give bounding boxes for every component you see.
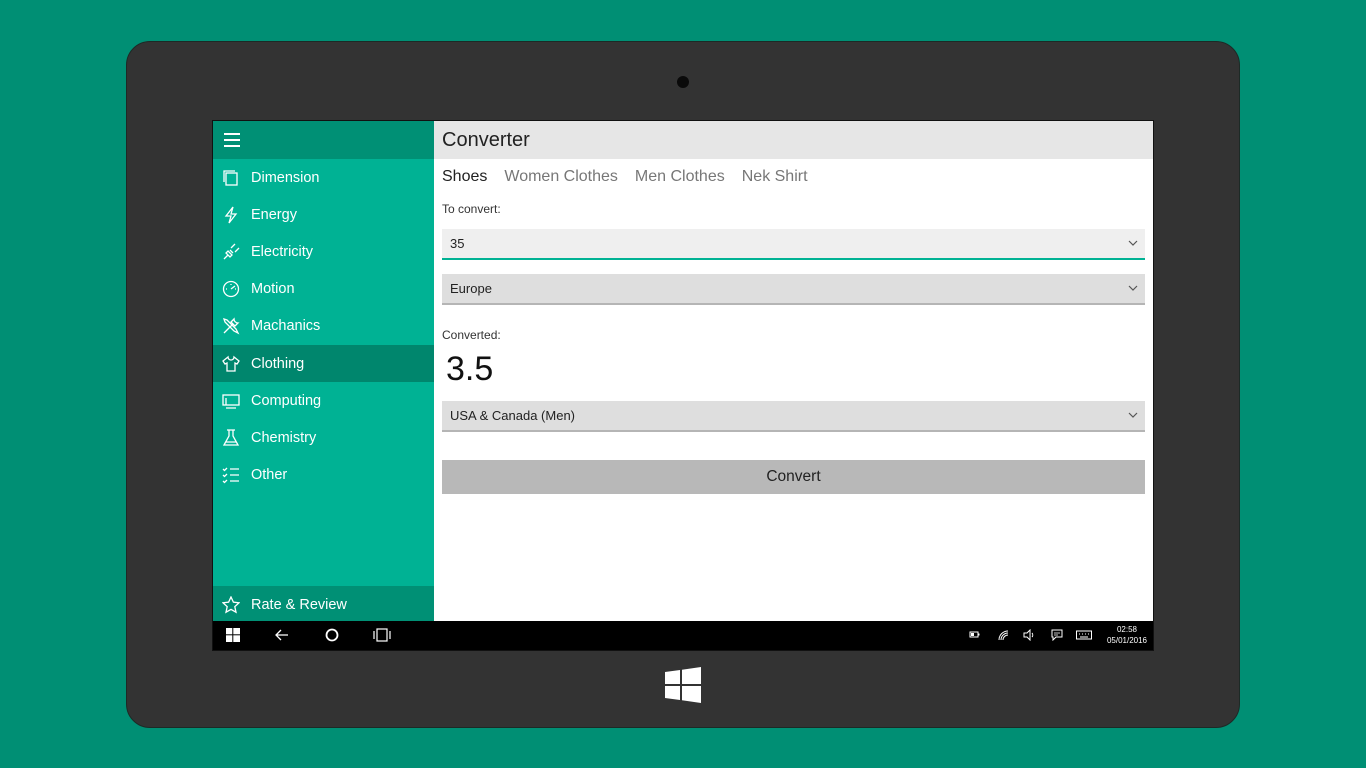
- value-input-text: 35: [450, 236, 465, 251]
- sidebar-item-label: Other: [251, 467, 288, 484]
- wifi-icon[interactable]: [997, 629, 1009, 641]
- shirt-icon: [221, 354, 241, 374]
- sidebar-item-label: Electricity: [251, 243, 314, 260]
- sidebar: Dimension Energy Electricity Motion Mach…: [213, 121, 434, 623]
- hamburger-menu-icon[interactable]: [224, 133, 240, 147]
- sidebar-item-energy[interactable]: Energy: [213, 196, 434, 233]
- tab-shoes[interactable]: Shoes: [442, 168, 487, 190]
- plug-icon: [221, 242, 241, 262]
- lightning-icon: [221, 205, 241, 225]
- main-content: Converter Shoes Women Clothes Men Clothe…: [434, 121, 1153, 623]
- task-view-icon[interactable]: [373, 628, 391, 642]
- tab-men-clothes[interactable]: Men Clothes: [635, 168, 725, 190]
- screen: Dimension Energy Electricity Motion Mach…: [212, 120, 1154, 651]
- to-unit-text: USA & Canada (Men): [450, 408, 576, 423]
- taskbar: 02:58 05/01/2016: [213, 621, 1153, 650]
- sidebar-item-clothing[interactable]: Clothing: [213, 344, 434, 383]
- tab-nek-shirt[interactable]: Nek Shirt: [742, 168, 808, 190]
- sidebar-item-label: Clothing: [251, 355, 305, 372]
- rate-review-button[interactable]: Rate & Review: [213, 586, 434, 623]
- from-unit-text: Europe: [450, 281, 492, 296]
- value-input-dropdown[interactable]: 35: [442, 229, 1145, 260]
- page-title: Converter: [434, 121, 1153, 159]
- sidebar-item-computing[interactable]: Computing: [213, 382, 434, 419]
- start-windows-icon[interactable]: [226, 628, 240, 642]
- sidebar-item-label: Dimension: [251, 169, 320, 186]
- dimension-icon: [221, 168, 241, 188]
- sidebar-item-label: Energy: [251, 206, 297, 223]
- volume-icon[interactable]: [1023, 629, 1035, 641]
- sidebar-item-label: Chemistry: [251, 429, 317, 446]
- rate-review-label: Rate & Review: [251, 596, 347, 613]
- to-unit-dropdown[interactable]: USA & Canada (Men): [442, 401, 1145, 432]
- clock-time: 02:58: [1116, 625, 1137, 634]
- computer-icon: [221, 391, 241, 411]
- sidebar-item-electricity[interactable]: Electricity: [213, 233, 434, 270]
- sidebar-item-label: Machanics: [251, 318, 321, 335]
- nav-list: Dimension Energy Electricity Motion Mach…: [213, 159, 434, 494]
- speedometer-icon: [221, 279, 241, 299]
- flask-icon: [221, 428, 241, 448]
- tools-icon: [221, 316, 241, 336]
- sidebar-item-motion[interactable]: Motion: [213, 271, 434, 308]
- camera: [677, 76, 689, 88]
- clock-date: 05/01/2016: [1106, 636, 1147, 645]
- convert-button[interactable]: Convert: [442, 460, 1145, 494]
- tab-women-clothes[interactable]: Women Clothes: [504, 168, 618, 190]
- checklist-icon: [221, 465, 241, 485]
- search-circle-icon[interactable]: [325, 628, 339, 642]
- converted-label: Converted:: [442, 328, 501, 342]
- windows-logo-icon[interactable]: [665, 667, 701, 703]
- tab-bar: Shoes Women Clothes Men Clothes Nek Shir…: [434, 168, 1153, 190]
- keyboard-icon[interactable]: [1076, 629, 1092, 641]
- chevron-down-icon: [1128, 240, 1138, 246]
- clock[interactable]: 02:58 05/01/2016: [1107, 624, 1147, 646]
- battery-icon[interactable]: [969, 629, 981, 641]
- sidebar-item-label: Motion: [251, 281, 295, 298]
- sidebar-item-label: Computing: [251, 392, 322, 409]
- converted-result: 3.5: [446, 350, 494, 388]
- chevron-down-icon: [1128, 412, 1138, 418]
- from-unit-dropdown[interactable]: Europe: [442, 274, 1145, 305]
- sidebar-item-dimension[interactable]: Dimension: [213, 159, 434, 196]
- sidebar-item-machanics[interactable]: Machanics: [213, 308, 434, 345]
- chevron-down-icon: [1128, 285, 1138, 291]
- sidebar-item-chemistry[interactable]: Chemistry: [213, 419, 434, 456]
- back-arrow-icon[interactable]: [275, 628, 289, 642]
- to-convert-label: To convert:: [442, 202, 501, 216]
- action-center-icon[interactable]: [1051, 629, 1063, 641]
- sidebar-item-other[interactable]: Other: [213, 457, 434, 494]
- star-icon: [221, 595, 241, 615]
- sidebar-header: [213, 121, 434, 159]
